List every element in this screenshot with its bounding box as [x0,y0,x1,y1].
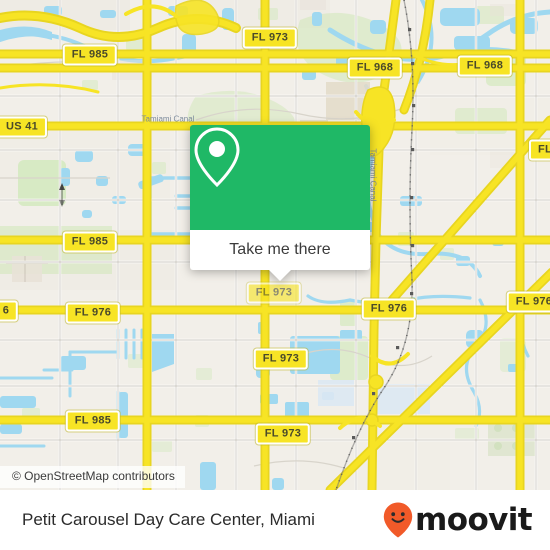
map-attribution[interactable]: © OpenStreetMap contributors [0,466,185,488]
moovit-smile-pin-icon [383,502,413,538]
moovit-map-screenshot: .wtr{fill:#9fd8f0;} .wtrline{stroke:#9fd… [0,0,550,550]
highway-shield: FL 968 [347,57,403,79]
highway-shield: FL 976 [361,298,417,320]
highway-shield: FL 985 [62,231,118,253]
highway-shield: FL 973 [255,423,311,445]
map-place-label: Tamiami Canal [141,114,195,124]
moovit-wordmark: moovit [415,501,533,538]
highway-shield: FL 973 [253,348,309,370]
take-me-there-label: Take me there [229,241,331,258]
highway-shield: FL 973 [242,27,298,49]
highway-shield: FL [528,139,550,161]
highway-shield: FL 973 [246,282,302,304]
moovit-logo[interactable]: moovit [382,501,533,539]
highway-shield: FL 976 [506,291,550,313]
highway-shield: FL 985 [65,410,121,432]
highway-shield: 6 [0,300,19,322]
map-pin-icon [194,127,240,188]
highway-shield: FL 968 [457,55,513,77]
popup-header [190,125,370,230]
destination-popup-card[interactable]: Take me there [190,125,370,281]
highway-shield: FL 985 [62,44,118,66]
popup-tail [269,270,291,281]
footer-bar: Petit Carousel Day Care Center, Miami mo… [0,490,550,550]
popup-action-bar[interactable]: Take me there [190,230,370,281]
highway-shield: US 41 [0,116,48,138]
place-title: Petit Carousel Day Care Center, Miami [22,510,315,529]
map-canvas[interactable]: .wtr{fill:#9fd8f0;} .wtrline{stroke:#9fd… [0,0,550,490]
highway-shield: FL 976 [65,302,121,324]
